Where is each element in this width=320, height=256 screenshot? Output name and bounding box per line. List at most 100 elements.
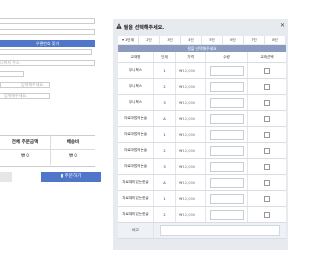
tab-level-8[interactable]: 8단 xyxy=(265,36,286,44)
table-row: 자료재미있는한글 A ₩12,000 xyxy=(118,175,286,191)
table-row: 자료마법의논술 1 ₩12,000 xyxy=(118,127,286,143)
price-number: 12,000 xyxy=(182,212,196,217)
summary-divider xyxy=(0,149,95,150)
book-name: 자료마법의논술 xyxy=(118,111,154,126)
tab-level-3[interactable]: 3단 xyxy=(160,36,181,44)
table-row: 무니북스 3 ₩12,000 xyxy=(118,95,286,111)
zip-search-button[interactable]: 우편번호 찾기 xyxy=(0,40,95,47)
back-button[interactable] xyxy=(0,172,12,182)
select-cell xyxy=(248,207,286,222)
select-checkbox[interactable] xyxy=(264,195,270,202)
price-text: ₩12,000 xyxy=(176,85,205,89)
book-name: 자료재미있는한글 xyxy=(118,207,154,222)
quantity-cell xyxy=(206,175,248,190)
tab-level-5[interactable]: 5단 xyxy=(202,36,223,44)
select-checkbox[interactable] xyxy=(264,179,270,186)
table-row: 무니북스 2 ₩12,000 xyxy=(118,79,286,95)
modal-title-text: 필을 선택해주세요. xyxy=(123,25,165,31)
quantity-cell xyxy=(206,143,248,158)
phone2-field[interactable] xyxy=(0,71,24,77)
quantity-cell xyxy=(206,207,248,222)
tab-level-4[interactable]: 4단 xyxy=(181,36,202,44)
select-cell xyxy=(248,79,286,94)
detail-address-field[interactable]: 나머지 주소 xyxy=(0,60,95,66)
book-name: 자료마법의논술 xyxy=(118,143,154,158)
select-checkbox[interactable] xyxy=(264,211,270,218)
quantity-cell xyxy=(206,127,248,142)
won-icon: ₩ xyxy=(69,153,74,158)
select-cell xyxy=(248,175,286,190)
order-button[interactable]: ▮ 주문하기 xyxy=(41,172,101,182)
tab-level-1[interactable]: ▾ 1단계 xyxy=(118,36,139,44)
quantity-cell xyxy=(206,191,248,206)
tab-level-7[interactable]: 7단 xyxy=(244,36,265,44)
quantity-input[interactable] xyxy=(209,209,244,220)
book-level: 1 xyxy=(154,63,176,78)
book-name: 무니북스 xyxy=(118,95,154,110)
order-button-label: 주문하기 xyxy=(64,174,82,179)
address-field[interactable] xyxy=(0,49,92,55)
book-level: 2 xyxy=(154,143,176,158)
book-price: ₩12,000 xyxy=(176,63,206,78)
select-cell xyxy=(248,191,286,206)
book-price: ₩12,000 xyxy=(176,191,206,206)
note-label: 비고 xyxy=(118,223,154,238)
name-field[interactable] xyxy=(0,18,95,24)
quantity-input[interactable] xyxy=(209,97,244,108)
book-name: 자료마법의논술 xyxy=(118,159,154,174)
table-row: 무니북스 1 ₩12,000 xyxy=(118,63,286,79)
select-checkbox[interactable] xyxy=(264,131,270,138)
total-amount-header: 전체 주문금액 xyxy=(11,140,39,145)
book-level: 2 xyxy=(154,207,176,222)
tab-level-6[interactable]: 6단 xyxy=(223,36,244,44)
total-amount-number: 0 xyxy=(26,153,29,158)
close-icon[interactable]: ✕ xyxy=(280,22,285,29)
book-price: ₩12,000 xyxy=(176,175,206,190)
select-checkbox[interactable] xyxy=(264,147,270,154)
quantity-cell xyxy=(206,159,248,174)
book-level: 3 xyxy=(154,159,176,174)
quantity-input[interactable] xyxy=(209,81,244,92)
select-cell xyxy=(248,143,286,158)
select-checkbox[interactable] xyxy=(264,163,270,170)
recipient-field[interactable]: 입력해주세요. xyxy=(0,82,50,88)
book-price: ₩12,000 xyxy=(176,79,206,94)
grid-title: 필을 선택해주세요 xyxy=(118,45,286,52)
note-input[interactable] xyxy=(160,225,280,236)
quantity-input[interactable] xyxy=(209,177,244,188)
recipient-placeholder: 입력해주세요. xyxy=(21,82,45,87)
book-price: ₩12,000 xyxy=(176,207,206,222)
col-level: 단계 xyxy=(154,52,176,62)
price-text: ₩12,000 xyxy=(176,149,205,153)
table-row: 자료재미있는한글 2 ₩12,000 xyxy=(118,207,286,223)
note-row: 비고 xyxy=(118,223,286,239)
phone-field[interactable] xyxy=(0,29,95,35)
select-checkbox[interactable] xyxy=(264,115,270,122)
memo-field[interactable]: 입력해주세요. xyxy=(0,93,50,99)
price-text: ₩12,000 xyxy=(176,165,205,169)
price-text: ₩12,000 xyxy=(176,213,205,217)
modal-title: 필을 선택해주세요. xyxy=(116,23,164,31)
tab-level-2[interactable]: 2단 xyxy=(139,36,160,44)
book-level: A xyxy=(154,175,176,190)
select-checkbox[interactable] xyxy=(264,83,270,90)
total-amount-value: ₩ 0 xyxy=(0,153,50,158)
shipping-header: 배송비 xyxy=(66,140,80,145)
level-tabs: ▾ 1단계 2단 3단 4단 5단 6단 7단 8단 xyxy=(118,36,286,44)
select-checkbox[interactable] xyxy=(264,99,270,106)
quantity-input[interactable] xyxy=(209,145,244,156)
quantity-input[interactable] xyxy=(209,113,244,124)
select-cell xyxy=(248,127,286,142)
table-row: 자료재미있는한글 1 ₩12,000 xyxy=(118,191,286,207)
quantity-input[interactable] xyxy=(209,129,244,140)
select-checkbox[interactable] xyxy=(264,67,270,74)
won-icon: ₩ xyxy=(21,153,26,158)
quantity-input[interactable] xyxy=(209,65,244,76)
book-price: ₩12,000 xyxy=(176,127,206,142)
quantity-input[interactable] xyxy=(209,193,244,204)
quantity-cell xyxy=(206,63,248,78)
col-select: 교재선택 xyxy=(260,54,274,59)
book-level: A xyxy=(154,111,176,126)
book-table: 필을 선택해주세요 교재명 단계 가격 수량 교재선택 무니북스 1 ₩12,000… xyxy=(118,45,286,239)
quantity-input[interactable] xyxy=(209,161,244,172)
